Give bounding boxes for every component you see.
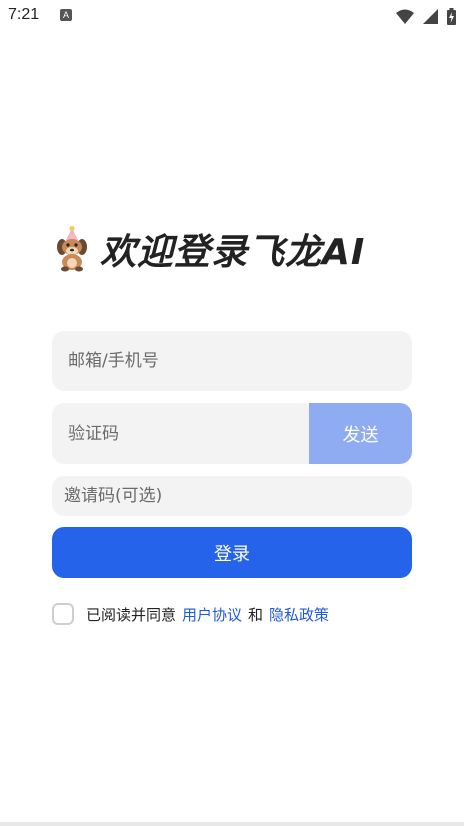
login-button[interactable]: 登录 (52, 527, 412, 578)
dog-logo-icon (57, 226, 87, 272)
agreement-row: 已阅读并同意 用户协议 和 隐私政策 (52, 601, 335, 627)
welcome-header: 欢迎登录飞龙AI (54, 226, 366, 273)
invite-code-input[interactable] (52, 476, 412, 516)
bottom-edge (0, 822, 464, 826)
welcome-title: 欢迎登录飞龙AI (100, 232, 366, 273)
email-phone-field[interactable] (52, 331, 412, 391)
privacy-policy-link[interactable]: 隐私政策 (269, 604, 329, 625)
email-phone-input[interactable] (52, 331, 412, 391)
agreement-prefix: 已阅读并同意 (86, 605, 177, 624)
verification-code-field: 发送 (52, 403, 412, 464)
agreement-and: 和 (248, 605, 264, 624)
agreement-checkbox[interactable] (52, 603, 74, 625)
status-time: 7:21 (8, 6, 40, 23)
wifi-icon (395, 9, 414, 24)
status-bar: 7:21 A (0, 0, 464, 32)
send-code-button[interactable]: 发送 (309, 403, 412, 464)
battery-charging-icon (447, 8, 456, 25)
status-icons (392, 6, 456, 25)
invite-code-field[interactable] (52, 476, 412, 516)
user-agreement-link[interactable]: 用户协议 (182, 604, 242, 625)
a-notification-icon: A (60, 9, 72, 21)
verification-code-input[interactable] (52, 403, 309, 464)
cellular-signal-icon (422, 8, 438, 24)
